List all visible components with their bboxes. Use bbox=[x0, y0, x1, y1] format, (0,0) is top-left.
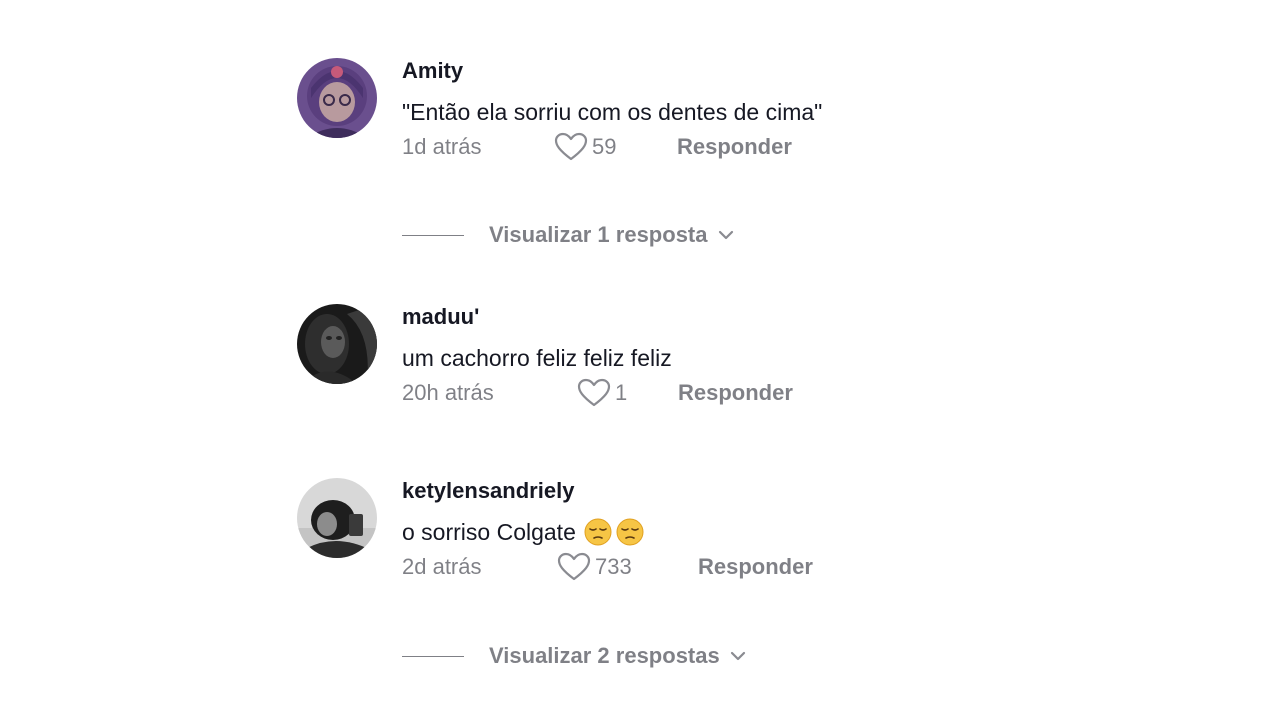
comment-username[interactable]: maduu' bbox=[402, 304, 982, 330]
chevron-down-icon[interactable] bbox=[718, 230, 734, 240]
comment-meta: 20h atrás 1 Responder bbox=[402, 378, 982, 408]
view-replies-button[interactable]: Visualizar 1 resposta bbox=[402, 222, 734, 248]
pensive-face-emoji-icon bbox=[584, 518, 612, 546]
view-replies-label[interactable]: Visualizar 2 respostas bbox=[489, 643, 720, 669]
comment-username[interactable]: ketylensandriely bbox=[402, 478, 982, 504]
divider-line bbox=[402, 234, 464, 236]
dark-photo-avatar-icon bbox=[297, 304, 377, 384]
heart-outline-icon[interactable] bbox=[554, 132, 588, 162]
like-count: 59 bbox=[592, 134, 617, 159]
view-replies-button[interactable]: Visualizar 2 respostas bbox=[402, 643, 746, 669]
avatar[interactable] bbox=[297, 478, 377, 558]
comment-time: 2d atrás bbox=[402, 554, 482, 579]
comment-text-body: um cachorro feliz feliz feliz bbox=[402, 345, 672, 371]
pensive-face-emoji-icon bbox=[616, 518, 644, 546]
divider-line bbox=[402, 655, 464, 657]
anime-girl-avatar-icon bbox=[297, 58, 377, 138]
comment-text: o sorriso Colgate bbox=[402, 518, 982, 546]
like-count: 1 bbox=[615, 380, 628, 405]
comment-list: Amity "Então ela sorriu com os dentes de… bbox=[0, 0, 1280, 720]
comment-text: um cachorro feliz feliz feliz bbox=[402, 344, 982, 372]
reply-button[interactable]: Responder bbox=[698, 552, 813, 582]
like-button[interactable]: 733 bbox=[557, 552, 632, 582]
comment-meta: 2d atrás 733 Responder bbox=[402, 552, 982, 582]
chevron-down-icon[interactable] bbox=[730, 651, 746, 661]
reply-button[interactable]: Responder bbox=[678, 378, 793, 408]
avatar[interactable] bbox=[297, 58, 377, 138]
comment-time: 20h atrás bbox=[402, 380, 494, 405]
avatar[interactable] bbox=[297, 304, 377, 384]
comment-username[interactable]: Amity bbox=[402, 58, 982, 84]
like-count: 733 bbox=[595, 554, 632, 579]
like-button[interactable]: 59 bbox=[554, 132, 616, 162]
comment-meta: 1d atrás 59 Responder bbox=[402, 132, 982, 162]
view-replies-label[interactable]: Visualizar 1 resposta bbox=[489, 222, 708, 248]
comment-text: "Então ela sorriu com os dentes de cima" bbox=[402, 98, 982, 126]
heart-outline-icon[interactable] bbox=[577, 378, 611, 408]
comment-text-body: "Então ela sorriu com os dentes de cima" bbox=[402, 99, 823, 125]
grayscale-photo-avatar-icon bbox=[297, 478, 377, 558]
comment-text-body: o sorriso Colgate bbox=[402, 519, 576, 545]
reply-button[interactable]: Responder bbox=[677, 132, 792, 162]
like-button[interactable]: 1 bbox=[577, 378, 627, 408]
comment-time: 1d atrás bbox=[402, 134, 482, 159]
heart-outline-icon[interactable] bbox=[557, 552, 591, 582]
